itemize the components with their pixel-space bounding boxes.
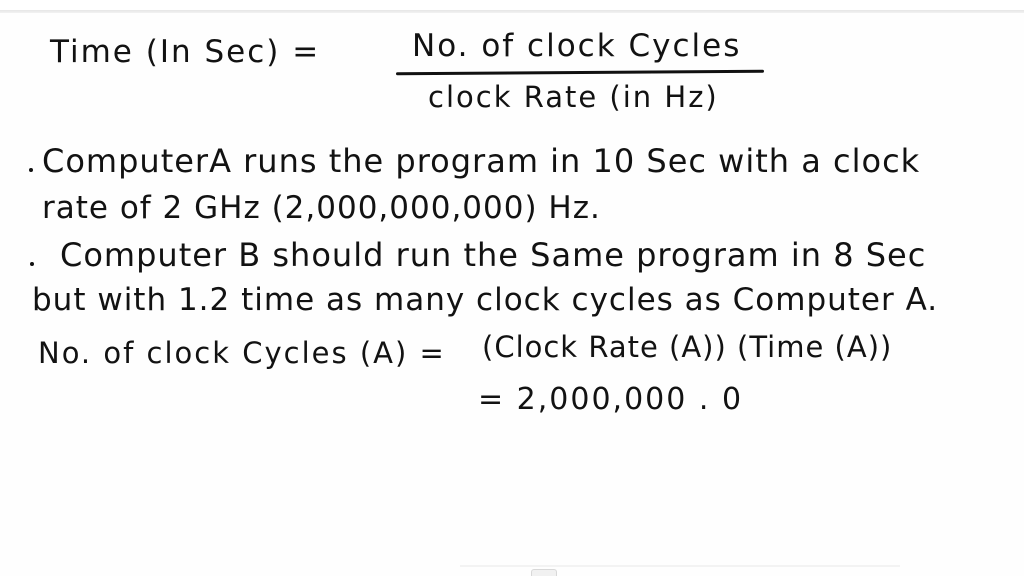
scroll-handle[interactable] bbox=[531, 569, 557, 576]
equation-numerator: No. of clock Cycles bbox=[412, 28, 742, 64]
note-2-line-1: Computer B should run the Same program i… bbox=[60, 236, 927, 274]
note-1-line-2: rate of 2 GHz (2,000,000,000) Hz. bbox=[42, 190, 601, 226]
scrollbar-track[interactable] bbox=[460, 565, 900, 567]
equation-denominator: clock Rate (in Hz) bbox=[428, 80, 719, 114]
note-1-line-1: ComputerA runs the program in 10 Sec wit… bbox=[42, 142, 921, 180]
top-bar bbox=[0, 0, 1024, 10]
calculation-rhs: (Clock Rate (A)) (Time (A)) bbox=[482, 330, 893, 364]
bullet-icon bbox=[29, 168, 33, 172]
calculation-result: = 2,000,000 . 0 bbox=[478, 382, 744, 417]
note-2-line-2: but with 1.2 time as many clock cycles a… bbox=[32, 282, 939, 318]
bullet-icon bbox=[30, 262, 34, 266]
equation-lhs: Time (In Sec) = bbox=[50, 34, 321, 70]
calculation-lhs: No. of clock Cycles (A) = bbox=[38, 336, 446, 370]
